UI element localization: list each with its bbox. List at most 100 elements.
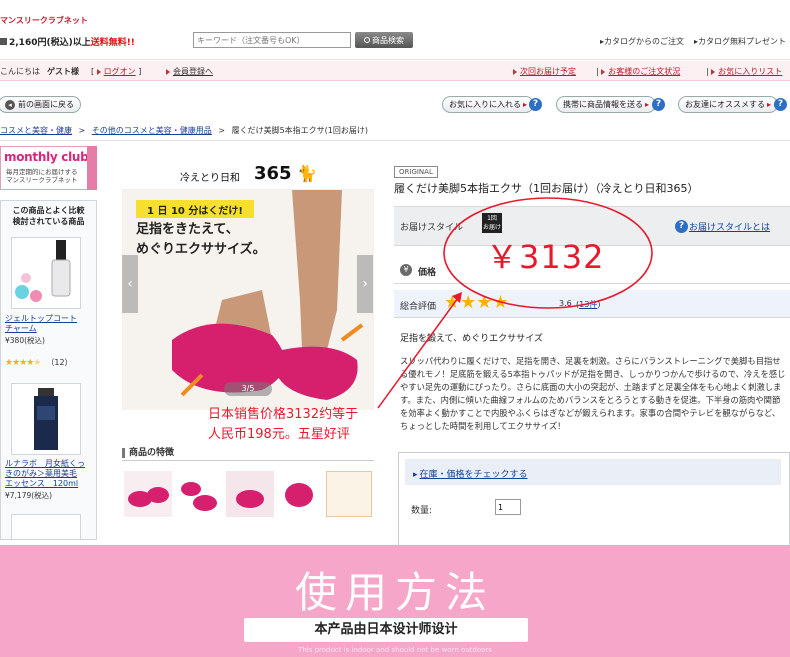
product-name-line: エッセンス 120ml <box>5 479 79 488</box>
price-overlay: ￥3132 <box>486 238 605 276</box>
thumbnail[interactable] <box>124 471 172 517</box>
delivery-badge: 1回 お届け <box>482 213 502 233</box>
quantity-label: 数量: <box>411 506 433 516</box>
breadcrumb-item[interactable]: その他のコスメと美容・健康用品 <box>92 126 212 135</box>
product-name-line: ルナラボ 月女紙くっ <box>5 459 85 468</box>
gallery-banner: 冷えとり日和 365 🐈 <box>122 160 374 190</box>
order-status-link[interactable]: | お客様のご注文状況 <box>596 66 680 77</box>
compare-product-rating: ★★★★★ （12） <box>5 357 73 368</box>
help-icon[interactable]: ? <box>774 98 787 111</box>
free-shipping-threshold: 2,160円(税込)以上 <box>9 38 91 48</box>
compare-panel: この商品とよく比較 検討されている商品 ジェルトップコート チャーム ¥380(… <box>0 200 97 540</box>
cat-icon: 🐈 <box>297 164 317 183</box>
rating-stars: ★★★★ <box>444 292 509 313</box>
back-arrow-icon: ◂ <box>5 99 15 110</box>
add-favorite-label: お気に入りに入れる <box>449 100 521 109</box>
arrow-icon <box>513 68 517 75</box>
send-mobile-button[interactable]: 携帯に商品情報を送る ▸ <box>556 96 657 113</box>
delivery-badge-line: お届け <box>482 224 501 231</box>
star-icon: ★ <box>492 292 509 313</box>
cart-icon <box>0 38 7 45</box>
gallery-next-button[interactable]: › <box>357 255 373 313</box>
compare-title-line: この商品とよく比較 <box>12 206 85 215</box>
back-button-label: 前の画面に戻る <box>18 100 74 109</box>
breadcrumb-item[interactable]: コスメと美容・健康 <box>0 126 72 135</box>
original-tag: ORIGINAL <box>394 166 438 178</box>
compare-product-name[interactable]: ルナラボ 月女紙くっ きのがみ＞薬用美毛 エッセンス 120ml <box>5 459 85 489</box>
quantity-input[interactable] <box>495 499 521 515</box>
product-tagline: 足指を鍛えて、めぐりエクササイズ <box>400 334 543 344</box>
monthly-club-banner[interactable]: monthly club 毎月定期的にお届けする マンスリークラブネット <box>0 146 97 190</box>
thumbnail[interactable] <box>175 471 223 517</box>
product-description: スリッパ代わりに履くだけで、足指を開き、足裏を刺激。さらにバランストレーニングで… <box>400 356 786 431</box>
banner-text: 冷えとり日和 <box>180 173 240 184</box>
catalog-order-link[interactable]: ▸カタログからのご注文 <box>600 36 684 47</box>
club-desc-line: 毎月定期的にお届けする <box>6 168 78 176</box>
gallery-counter: 3/5 <box>224 382 272 396</box>
product-name-line: チャーム <box>5 324 37 333</box>
review-count-link[interactable]: (13件) <box>576 299 600 310</box>
divider <box>0 140 790 141</box>
price-label: 価格 <box>418 268 437 278</box>
compare-product-image[interactable] <box>11 237 81 309</box>
free-shipping-label: 送料無料!! <box>90 38 135 48</box>
usage-title: 使用方法 <box>294 568 495 617</box>
usage-banner: 使用方法 本产品由日本设计师设计 This product is indoor … <box>0 545 790 657</box>
next-delivery-link[interactable]: 次回お届け予定 <box>513 66 576 77</box>
annotation-note: 日本销售价格3132约等于 人民币198元。五星好评 <box>208 405 358 445</box>
banner-number: 365 <box>254 163 292 184</box>
review-count-label: 13件 <box>579 300 598 309</box>
search-button[interactable]: 商品検索 <box>355 32 413 48</box>
thumbnail[interactable] <box>277 471 323 517</box>
greeting: こんにちは <box>0 67 40 76</box>
star-icon: ★ <box>444 292 461 313</box>
recommend-friend-label: お友達にオススメする <box>685 100 765 109</box>
check-stock-bar: ▸ 在庫・価格をチェックする <box>405 459 781 485</box>
slipper-photo <box>172 190 364 400</box>
send-mobile-label: 携帯に商品情報を送る <box>563 100 643 109</box>
rating-row: 総合評価 ★★★★ 3.6 (13件) <box>394 290 790 318</box>
delivery-style-link[interactable]: お届けスタイルとは <box>689 220 770 233</box>
compare-product-price: ¥380(税込) <box>5 336 45 345</box>
help-icon[interactable]: ? <box>652 98 665 111</box>
check-stock-link[interactable]: ▸ 在庫・価格をチェックする <box>413 467 528 480</box>
login-link[interactable]: ログオン <box>104 67 136 76</box>
header: マンスリークラブネット 2,160円(税込)以上送料無料!! 商品検索 ▸カタロ… <box>0 0 790 60</box>
thumbnail[interactable] <box>226 471 274 517</box>
half-star-icon: ★ <box>33 358 41 368</box>
purchase-panel: ▸ 在庫・価格をチェックする 数量: <box>398 452 790 552</box>
compare-product-image[interactable] <box>11 514 81 540</box>
favorites-list-label: お気に入りリスト <box>718 67 783 76</box>
compare-title-line: 検討されている商品 <box>12 217 85 226</box>
gallery-prev-button[interactable]: ‹ <box>122 255 138 313</box>
catalog-present-label: カタログ無料プレゼント <box>698 37 787 46</box>
delivery-style-label: お届けスタイル <box>400 223 464 233</box>
product-gallery: 冷えとり日和 365 🐈 1 日 10 分はくだけ! 足指をきたえて、 めぐりエ… <box>122 160 374 410</box>
arrow-icon <box>96 68 101 75</box>
annotation-note-line: 日本销售价格3132约等于 <box>208 407 359 422</box>
arrow-icon <box>711 68 716 75</box>
catalog-order-label: カタログからのご注文 <box>604 37 685 46</box>
user-bar: こんにちは ゲスト様 [ ログオン ] 会員登録へ 次回お届け予定 | お客様の… <box>0 61 790 81</box>
register-link[interactable]: 会員登録へ <box>166 66 213 77</box>
add-favorite-button[interactable]: お気に入りに入れる ▸ <box>442 96 535 113</box>
catalog-present-link[interactable]: ▸カタログ無料プレゼント <box>694 36 786 47</box>
site-name[interactable]: マンスリークラブネット <box>0 15 88 26</box>
breadcrumb-current: 履くだけ美脚5本指エクサ(1回お届け) <box>231 126 369 135</box>
search-input[interactable] <box>193 32 351 48</box>
compare-product-name[interactable]: ジェルトップコート チャーム <box>5 314 77 334</box>
club-logo: monthly club <box>4 150 89 164</box>
thumbnail[interactable] <box>326 471 372 517</box>
help-icon[interactable]: ? <box>529 98 542 111</box>
favorites-list-link[interactable]: | お気に入りリスト <box>706 66 782 77</box>
register-label: 会員登録へ <box>173 67 213 76</box>
help-icon[interactable]: ? <box>675 220 688 233</box>
next-delivery-label: 次回お届け予定 <box>520 67 576 76</box>
chevron-left-icon: ‹ <box>127 276 133 292</box>
compare-product-image[interactable] <box>11 383 81 455</box>
star-icon: ★ <box>476 292 493 313</box>
nail-bottle-image <box>15 240 71 302</box>
back-button[interactable]: ◂ 前の画面に戻る <box>0 96 81 113</box>
recommend-friend-button[interactable]: お友達にオススメする ▸ <box>678 96 779 113</box>
search-button-label: 商品検索 <box>372 35 404 45</box>
